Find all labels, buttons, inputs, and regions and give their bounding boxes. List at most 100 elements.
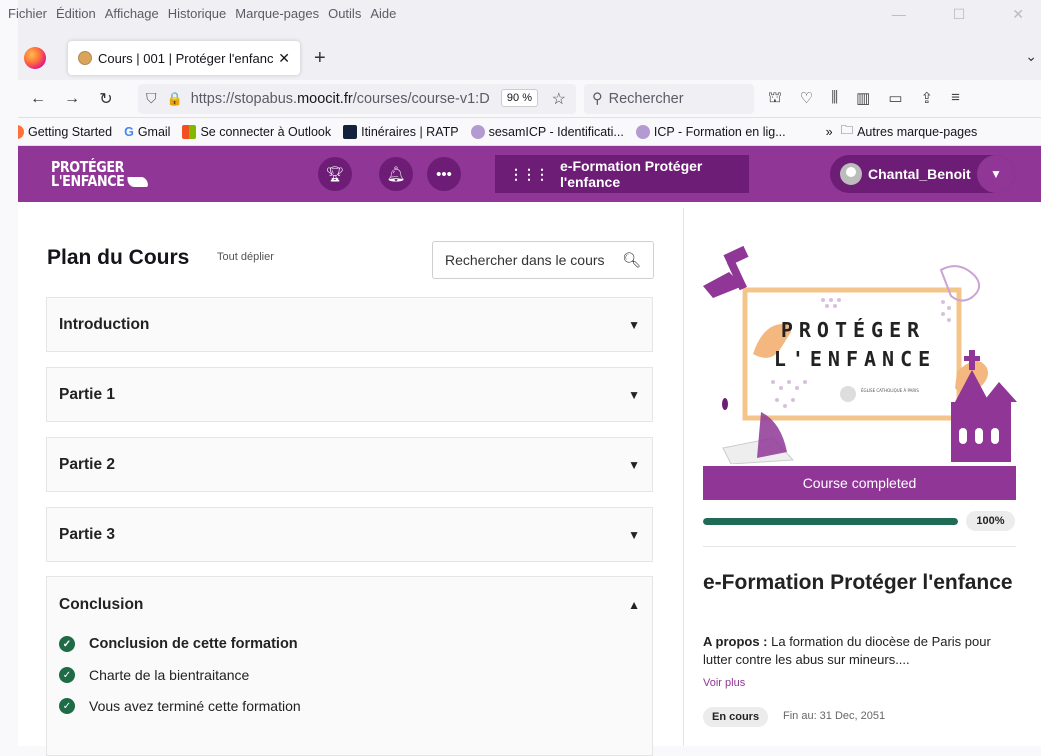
- section-introduction[interactable]: Introduction ▼: [46, 297, 653, 352]
- avatar: [840, 163, 862, 185]
- close-window-icon[interactable]: ✕: [1012, 6, 1024, 23]
- menu-icon[interactable]: ≡: [951, 89, 960, 108]
- pocket-icon[interactable]: ♡: [800, 89, 813, 108]
- section-label: Partie 1: [59, 385, 116, 403]
- section-header[interactable]: Conclusion ▲: [59, 596, 640, 614]
- share-icon[interactable]: ⇪: [921, 89, 934, 108]
- tab-title: Cours | 001 | Protéger l'enfance: [98, 50, 275, 66]
- tab-course[interactable]: Cours | 001 | Protéger l'enfance ✕: [68, 41, 300, 75]
- icp-icon: [470, 124, 485, 139]
- site-header: PROTÉGER L'ENFANCE 🏆︎ 🔔︎ ••• ⋮⋮⋮ e-Forma…: [18, 146, 1041, 202]
- unit-item[interactable]: ✓ Conclusion de cette formation: [59, 636, 301, 652]
- menu-edit[interactable]: Édition: [56, 6, 96, 21]
- chevron-down-icon[interactable]: ▼: [628, 388, 640, 402]
- document-icon[interactable]: ▭: [888, 89, 902, 108]
- menu-bookmarks[interactable]: Marque-pages: [235, 6, 319, 21]
- icp-icon: [635, 124, 650, 139]
- end-date: Fin au: 31 Dec, 2051: [783, 710, 886, 722]
- bookmark-sesamicp[interactable]: sesamICP - Identificati...: [470, 124, 624, 139]
- bookmarks-bar: Getting Started G Gmail Se connecter à Ou…: [18, 118, 1041, 146]
- banner-drop: [722, 398, 728, 410]
- url-bar[interactable]: ⛉ 🔒 https://stopabus.moocit.fr/courses/c…: [138, 83, 576, 114]
- more-bookmarks-chevron[interactable]: »: [826, 125, 833, 139]
- minimize-icon[interactable]: —: [892, 6, 906, 23]
- course-search-placeholder: Rechercher dans le cours: [445, 252, 605, 268]
- bookmark-outlook[interactable]: Se connecter à Outlook: [182, 124, 331, 139]
- bookmark-gmail[interactable]: G Gmail: [124, 125, 170, 139]
- search-icon[interactable]: 🔍︎: [622, 251, 641, 269]
- unit-item[interactable]: ✓ Vous avez terminé cette formation: [59, 698, 301, 714]
- folder-icon: 🗀: [840, 123, 854, 137]
- section-partie-2[interactable]: Partie 2 ▼: [46, 437, 653, 492]
- chevron-down-icon[interactable]: ▼: [628, 458, 640, 472]
- ellipsis-icon: •••: [436, 165, 452, 183]
- firefox-icon[interactable]: [24, 47, 46, 69]
- username: Chantal_Benoit: [868, 166, 971, 182]
- sidebar-icon[interactable]: ▥: [856, 89, 870, 108]
- notifications-button[interactable]: 🔔︎: [379, 157, 413, 191]
- chevron-up-icon[interactable]: ▲: [628, 598, 640, 612]
- banner-title-line2: L'ENFANCE: [774, 347, 936, 371]
- expand-all-link[interactable]: Tout déplier: [217, 251, 274, 263]
- ratp-icon: [343, 124, 358, 139]
- course-selector-button[interactable]: ⋮⋮⋮ e-Formation Protéger l'enfance: [495, 155, 749, 193]
- menu-bar: Fichier Édition Affichage Historique Mar…: [8, 0, 1041, 36]
- more-button[interactable]: •••: [427, 157, 461, 191]
- check-circle-icon: ✓: [59, 667, 75, 683]
- course-sidebar: PROTÉGER L'ENFANCE ÉGLISE CATHOLIQUE À P…: [685, 208, 1041, 746]
- course-search-input[interactable]: Rechercher dans le cours 🔍︎: [432, 241, 654, 279]
- zoom-level[interactable]: 90 %: [500, 88, 538, 107]
- reader-icon[interactable]: ⛫: [768, 89, 782, 108]
- bookmark-getting-started[interactable]: Getting Started: [18, 124, 112, 139]
- new-tab-button[interactable]: +: [314, 47, 326, 70]
- other-bookmarks-folder[interactable]: 🗀 Autres marque-pages: [841, 121, 978, 142]
- chevron-down-icon[interactable]: ▼: [628, 528, 640, 542]
- search-bar[interactable]: ⚲ Rechercher: [584, 83, 754, 114]
- menu-file[interactable]: Fichier: [8, 6, 47, 21]
- banner-title-line1: PROTÉGER: [781, 318, 925, 342]
- course-title: e-Formation Protéger l'enfance: [703, 571, 1013, 594]
- check-circle-icon: ✓: [59, 698, 75, 714]
- search-icon: ⚲: [592, 90, 603, 107]
- reload-icon[interactable]: ↻: [92, 89, 120, 109]
- tracking-shield-icon[interactable]: ⛉: [146, 90, 157, 107]
- firefox-bookmark-icon: [18, 124, 24, 139]
- toolbar-icons: ⛫ ♡ ⫼ ▥ ▭ ⇪ ≡: [768, 89, 960, 108]
- site-logo[interactable]: PROTÉGER L'ENFANCE: [51, 160, 149, 189]
- menu-view[interactable]: Affichage: [105, 6, 159, 21]
- see-more-link[interactable]: Voir plus: [703, 677, 745, 689]
- trophy-button[interactable]: 🏆︎: [318, 157, 352, 191]
- search-placeholder: Rechercher: [608, 90, 684, 107]
- section-partie-1[interactable]: Partie 1 ▼: [46, 367, 653, 422]
- course-about: A propos : La formation du diocèse de Pa…: [703, 634, 991, 667]
- unit-list: ✓ Conclusion de cette formation ✓ Charte…: [59, 636, 301, 729]
- chevron-down-icon[interactable]: ▼: [628, 318, 640, 332]
- progress-percent: 100%: [966, 511, 1015, 531]
- menu-history[interactable]: Historique: [168, 6, 227, 21]
- library-icon[interactable]: ⫼: [831, 89, 838, 108]
- seal-icon: [840, 386, 856, 402]
- url-text[interactable]: https://stopabus.moocit.fr/courses/cours…: [191, 91, 491, 107]
- bookmark-ratp[interactable]: Itinéraires | RATP: [343, 124, 459, 139]
- course-banner-image: PROTÉGER L'ENFANCE ÉGLISE CATHOLIQUE À P…: [703, 245, 1017, 464]
- bookmark-icp-formation[interactable]: ICP - Formation en lig...: [635, 124, 786, 139]
- lock-icon[interactable]: 🔒: [167, 91, 183, 107]
- caret-down-icon[interactable]: ▼: [977, 155, 1015, 193]
- navigation-bar: ← → ↻ ⛉ 🔒 https://stopabus.moocit.fr/cou…: [18, 80, 1041, 118]
- trophy-icon: 🏆︎: [325, 166, 345, 183]
- progress-fill: [703, 518, 958, 525]
- bookmark-star-icon[interactable]: ☆: [552, 89, 566, 109]
- forward-icon[interactable]: →: [58, 90, 86, 108]
- back-icon[interactable]: ←: [24, 90, 52, 108]
- user-menu-button[interactable]: Chantal_Benoit ▼: [830, 155, 1015, 193]
- list-tabs-chevron-icon[interactable]: ⌄: [1025, 48, 1037, 65]
- course-selector-label: e-Formation Protéger l'enfance: [560, 158, 703, 190]
- tab-close-icon[interactable]: ✕: [278, 50, 290, 67]
- section-label: Partie 2: [59, 455, 116, 473]
- section-partie-3[interactable]: Partie 3 ▼: [46, 507, 653, 562]
- outline-title: Plan du Cours: [47, 246, 190, 269]
- menu-help[interactable]: Aide: [370, 6, 396, 21]
- maximize-icon[interactable]: ☐: [953, 6, 966, 23]
- unit-item[interactable]: ✓ Charte de la bientraitance: [59, 667, 301, 683]
- menu-tools[interactable]: Outils: [328, 6, 361, 21]
